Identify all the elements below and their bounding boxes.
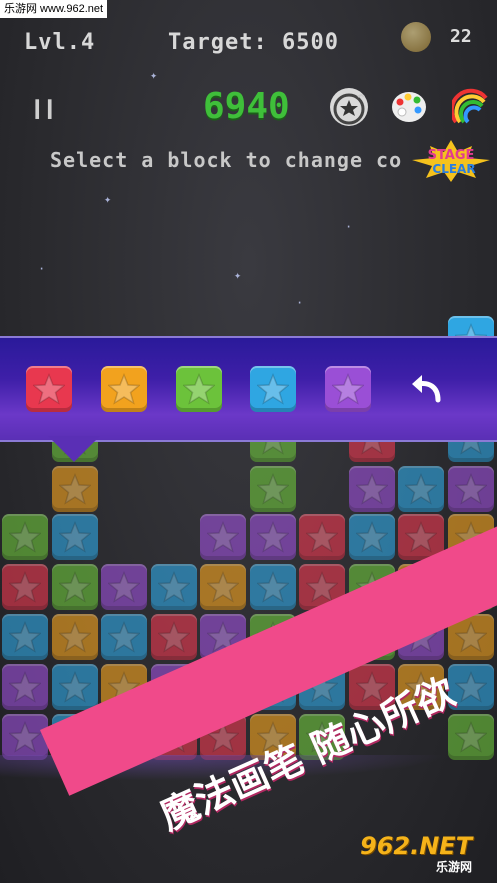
- palette-color-purple[interactable]: [325, 366, 371, 412]
- star-block[interactable]: [51, 664, 98, 710]
- star-block[interactable]: [101, 614, 147, 660]
- coin-count: 22: [450, 26, 472, 47]
- sky-star-icon: ✦: [104, 192, 112, 206]
- star-block[interactable]: [2, 514, 48, 560]
- sky-star-icon: ✦: [234, 268, 242, 282]
- star-block[interactable]: [51, 466, 98, 512]
- rainbow-icon[interactable]: [449, 88, 490, 126]
- instruction-text: Select a block to change co: [50, 148, 403, 172]
- coin-icon[interactable]: [401, 22, 431, 52]
- star-block[interactable]: [447, 714, 494, 760]
- sky-star-icon: ·: [296, 296, 304, 310]
- stage-clear-line1: STAGE: [428, 148, 475, 163]
- star-block[interactable]: [51, 514, 98, 560]
- star-block[interactable]: [348, 514, 395, 560]
- color-palette-bar: [0, 336, 497, 442]
- star-block[interactable]: [51, 614, 98, 660]
- star-block[interactable]: [200, 514, 246, 560]
- stage-clear-line2: CLEAR: [432, 162, 475, 176]
- watermark: 乐游网 www.962.net: [0, 0, 108, 18]
- star-block[interactable]: [249, 564, 296, 610]
- star-block[interactable]: [249, 514, 296, 560]
- target-score: Target: 6500: [168, 30, 339, 55]
- stage-clear-badge: STAGE CLEAR: [408, 138, 494, 182]
- star-block[interactable]: [447, 466, 494, 512]
- star-block[interactable]: [299, 514, 345, 560]
- palette-pointer: [48, 436, 100, 462]
- palette-icon[interactable]: [390, 88, 428, 126]
- palette-color-blue[interactable]: [250, 366, 296, 412]
- sky-star-icon: ✦: [150, 68, 158, 82]
- palette-color-orange[interactable]: [101, 366, 147, 412]
- star-block[interactable]: [348, 466, 395, 512]
- star-block[interactable]: [2, 714, 48, 760]
- level-label: Lvl.4: [24, 30, 96, 55]
- star-block[interactable]: [51, 564, 98, 610]
- palette-color-green[interactable]: [176, 366, 222, 412]
- star-block[interactable]: [150, 564, 197, 610]
- star-block[interactable]: [2, 564, 48, 610]
- site-logo-sub: 乐游网: [436, 860, 473, 874]
- pause-button[interactable]: ❙❙: [30, 94, 57, 122]
- star-block[interactable]: [101, 564, 147, 610]
- sky-star-icon: ·: [38, 262, 46, 276]
- star-block[interactable]: [2, 614, 48, 660]
- sky-star-icon: ·: [345, 220, 353, 234]
- game-screen: 乐游网 www.962.net ✦ ✦ ✦ · · · Lvl.4 Target…: [0, 0, 497, 883]
- undo-arrow-icon[interactable]: [406, 368, 448, 410]
- bomb-star-icon[interactable]: [330, 88, 368, 126]
- current-score: 6940: [203, 86, 290, 127]
- star-block[interactable]: [150, 614, 197, 660]
- palette-color-red[interactable]: [26, 366, 72, 412]
- star-block[interactable]: [249, 466, 296, 512]
- star-block[interactable]: [200, 564, 246, 610]
- star-block[interactable]: [398, 466, 444, 512]
- star-block[interactable]: [2, 664, 48, 710]
- site-logo: 962.NET: [360, 832, 473, 860]
